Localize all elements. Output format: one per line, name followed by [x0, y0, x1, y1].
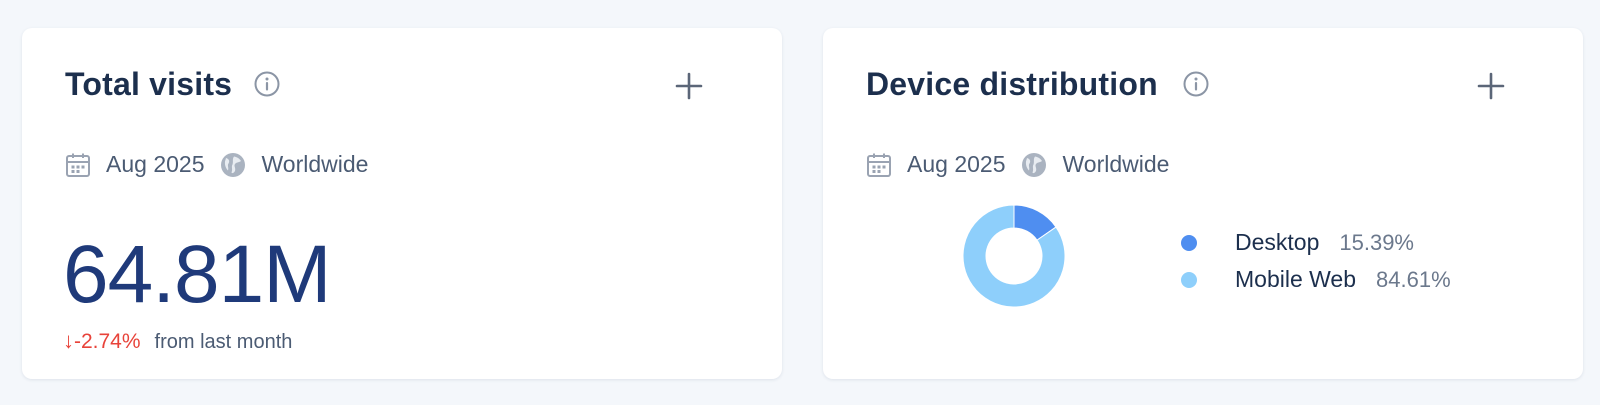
change-value: -2.74% — [74, 330, 141, 353]
legend-label: Desktop — [1235, 229, 1320, 255]
device-donut-chart — [962, 204, 1066, 308]
device-distribution-card: Device distribution Aug 2025 Worldwide D… — [823, 28, 1583, 379]
calendar-icon — [66, 153, 90, 177]
legend-dot-desktop — [1181, 234, 1197, 251]
region-label: Worldwide — [1062, 151, 1170, 177]
card-meta: Aug 2025 Worldwide — [866, 151, 1169, 178]
arrow-down-icon: ↓ — [63, 328, 74, 353]
legend-value: 84.61% — [1376, 266, 1451, 292]
total-visits-card: Total visits Aug 2025 Worldwide 64.81M ↓… — [22, 28, 782, 379]
chart-legend: Desktop 15.39% Mobile Web 84.61% — [1181, 224, 1451, 298]
plus-icon — [1477, 72, 1505, 100]
legend-dot-mobile-web — [1181, 271, 1197, 288]
total-visits-value: 64.81M — [63, 229, 332, 320]
plus-icon — [675, 72, 703, 100]
region-label: Worldwide — [261, 151, 369, 177]
info-icon[interactable] — [254, 71, 280, 97]
card-title: Total visits — [65, 66, 233, 102]
info-icon[interactable] — [1183, 71, 1209, 97]
change-indicator: ↓ -2.74% from last month — [63, 328, 292, 354]
legend-label: Mobile Web — [1235, 266, 1357, 292]
add-button[interactable] — [1471, 66, 1511, 106]
card-title: Device distribution — [866, 66, 1158, 102]
legend-value: 15.39% — [1339, 229, 1414, 255]
globe-icon — [221, 152, 246, 177]
date-label: Aug 2025 — [907, 151, 1006, 177]
date-label: Aug 2025 — [106, 151, 205, 177]
globe-icon — [1022, 152, 1047, 177]
legend-item-desktop: Desktop 15.39% — [1181, 224, 1451, 261]
calendar-icon — [867, 153, 891, 177]
add-button[interactable] — [669, 66, 709, 106]
legend-item-mobile-web: Mobile Web 84.61% — [1181, 261, 1451, 298]
card-meta: Aug 2025 Worldwide — [65, 151, 368, 178]
change-label: from last month — [154, 331, 293, 353]
